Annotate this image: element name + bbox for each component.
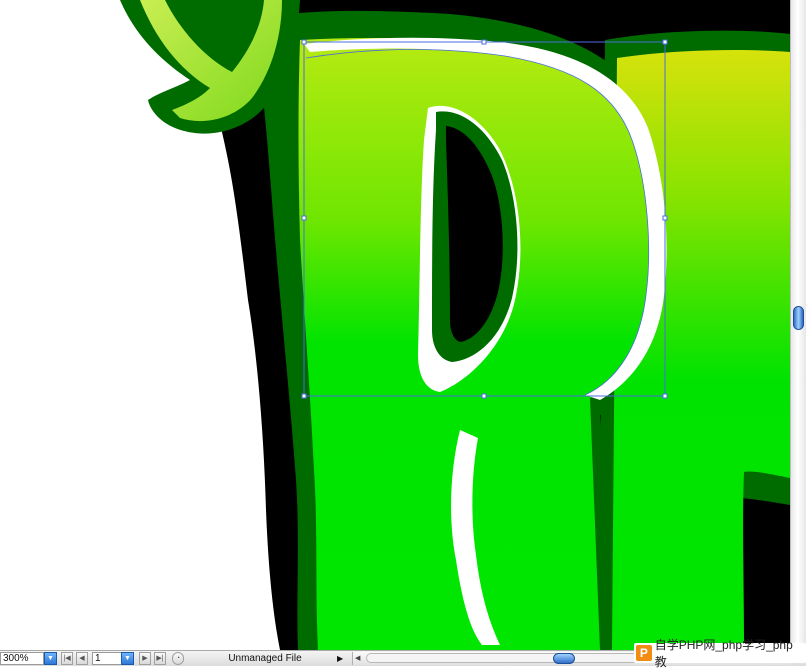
watermark-text: 自学PHP网_php学习_php教 (654, 638, 793, 669)
vertical-scrollbar[interactable] (790, 0, 806, 650)
selection-handle-top-right[interactable] (662, 39, 668, 45)
selection-handle-bottom-left[interactable] (301, 393, 307, 399)
zoom-level-field[interactable]: 300% (0, 652, 44, 665)
vertical-scroll-thumb[interactable] (793, 306, 804, 330)
previous-artboard-icon[interactable]: ◀ (76, 652, 88, 665)
last-artboard-icon[interactable]: ▶| (154, 652, 166, 665)
selection-handle-right[interactable] (662, 215, 668, 221)
selection-handle-top-left[interactable] (301, 39, 307, 45)
chevron-down-icon[interactable]: ▼ (44, 652, 57, 665)
artboard-number-field[interactable]: 1 (92, 652, 122, 665)
selection-handle-left[interactable] (301, 215, 307, 221)
first-artboard-icon[interactable]: |◀ (61, 652, 73, 665)
file-status-label[interactable]: Unmanaged File (190, 651, 340, 666)
artboard-canvas[interactable] (0, 0, 790, 650)
scroll-left-icon[interactable]: ◀ (355, 652, 360, 665)
selection-handle-bottom[interactable] (481, 393, 487, 399)
selection-handle-bottom-right[interactable] (662, 393, 668, 399)
document-status-icon[interactable]: ◔ (172, 652, 184, 665)
next-artboard-icon[interactable]: ▶ (139, 652, 151, 665)
watermark-logo: P (636, 645, 652, 661)
selection-handle-top[interactable] (481, 39, 487, 45)
triangle-right-icon[interactable]: ▶ (337, 651, 343, 666)
chevron-down-icon[interactable]: ▼ (121, 652, 134, 665)
horizontal-scroll-thumb[interactable] (553, 653, 575, 664)
watermark: P 自学PHP网_php学习_php教 (634, 638, 806, 669)
